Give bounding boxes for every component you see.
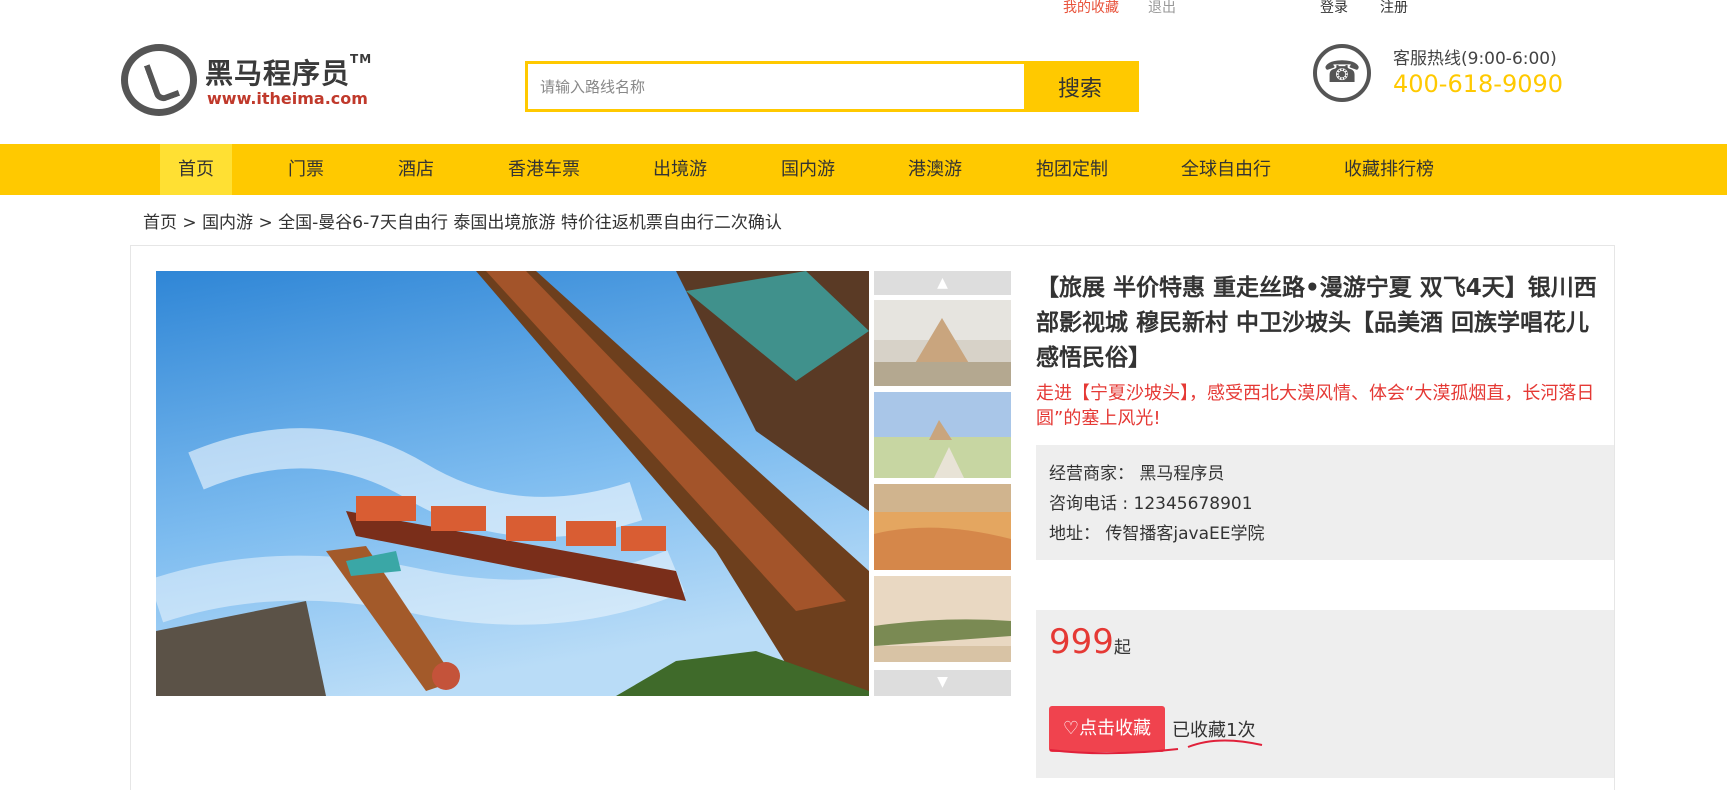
login-link[interactable]: 登录 (1320, 0, 1348, 17)
site-logo[interactable]: 黑马程序员TM www.itheima.com (121, 42, 391, 118)
breadcrumb-current: 全国-曼谷6-7天自由行 泰国出境旅游 特价往返机票自由行二次确认 (278, 213, 782, 233)
main-product-image (156, 271, 869, 696)
phone-line: 咨询电话 : 12345678901 (1049, 494, 1253, 514)
merchant-name: 黑马程序员 (1139, 464, 1225, 484)
nav-item-outbound[interactable]: 出境游 (652, 144, 708, 195)
breadcrumb: 首页 > 国内游 > 全国-曼谷6-7天自由行 泰国出境旅游 特价往返机票自由行… (143, 213, 782, 233)
arrow-down-icon: ▼ (937, 674, 948, 690)
merchant-address: 传智播客javaEE学院 (1105, 524, 1265, 544)
nav-item-hk-tickets[interactable]: 香港车票 (507, 144, 581, 195)
merchant-phone: 12345678901 (1133, 494, 1253, 514)
underline-annotation (1049, 739, 1263, 755)
hotline-number: 400-618-9090 (1393, 70, 1564, 98)
my-favorites-link[interactable]: 我的收藏 (1063, 0, 1119, 17)
merchant-line: 经营商家： 黑马程序员 (1049, 464, 1225, 484)
top-links: 我的收藏 退出 登录 注册 (0, 0, 1727, 17)
thumbnail-4[interactable] (874, 576, 1011, 662)
nav-item-global[interactable]: 全球自由行 (1180, 144, 1272, 195)
nav-item-favorites-rank[interactable]: 收藏排行榜 (1343, 144, 1435, 195)
logout-link[interactable]: 退出 (1148, 0, 1176, 17)
address-line: 地址： 传智播客javaEE学院 (1049, 524, 1265, 544)
nav-item-custom[interactable]: 抱团定制 (1035, 144, 1109, 195)
price: 999起 (1049, 622, 1131, 662)
horse-logo-icon (121, 44, 197, 116)
logo-name: 黑马程序员TM (205, 52, 373, 90)
search-button[interactable]: 搜索 (1024, 64, 1136, 109)
nav-item-tickets[interactable]: 门票 (286, 144, 326, 195)
price-value: 999 (1049, 622, 1114, 662)
nav-item-domestic[interactable]: 国内游 (780, 144, 836, 195)
hotline-label: 客服热线(9:00-6:00) (1393, 49, 1557, 69)
nav-item-home[interactable]: 首页 (160, 144, 232, 195)
phone-icon (1313, 44, 1371, 102)
product-title: 【旅展 半价特惠 重走丝路•漫游宁夏 双飞4天】银川西部影视城 穆民新村 中卫沙… (1036, 275, 1597, 371)
thumbnail-1[interactable] (874, 300, 1011, 386)
breadcrumb-home[interactable]: 首页 (143, 213, 177, 233)
logo-url: www.itheima.com (207, 89, 368, 108)
product-subtitle: 走进【宁夏沙坡头】，感受西北大漠风情、体会“大漠孤烟直，长河落日圆”的塞上风光! (1036, 383, 1595, 429)
merchant-info: 经营商家： 黑马程序员 咨询电话 : 12345678901 地址： 传智播客j… (1036, 445, 1614, 560)
thumb-scroll-down-button[interactable]: ▼ (874, 670, 1011, 696)
search-bar: 搜索 (525, 61, 1139, 112)
arrow-up-icon: ▲ (937, 275, 948, 291)
thumb-scroll-up-button[interactable]: ▲ (874, 271, 1011, 295)
main-nav: 首页 门票 酒店 香港车票 出境游 国内游 港澳游 抱团定制 全球自由行 收藏排… (0, 144, 1727, 195)
price-suffix: 起 (1113, 638, 1131, 658)
nav-item-hotels[interactable]: 酒店 (396, 144, 436, 195)
thumbnail-3[interactable] (874, 484, 1011, 570)
thumbnail-2[interactable] (874, 392, 1011, 478)
nav-item-hk-macau[interactable]: 港澳游 (907, 144, 963, 195)
search-input[interactable] (528, 64, 1024, 109)
breadcrumb-category[interactable]: 国内游 (202, 213, 253, 233)
register-link[interactable]: 注册 (1380, 0, 1408, 17)
